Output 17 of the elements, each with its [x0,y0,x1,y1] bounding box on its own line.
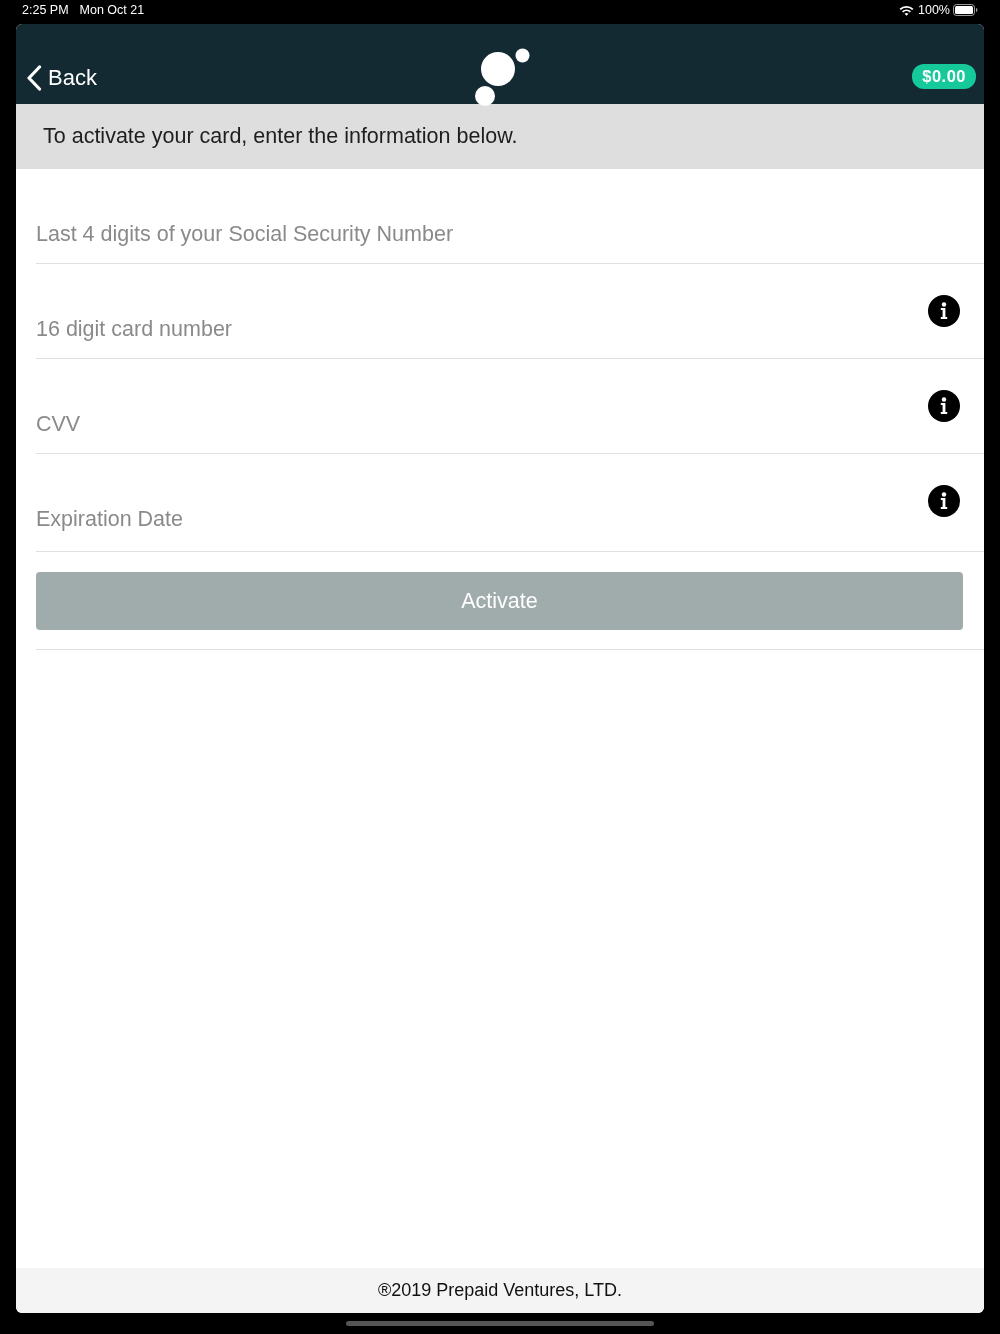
status-date: Mon Oct 21 [79,3,145,17]
battery-icon [953,4,978,16]
balance-badge: $0.00 [912,64,976,89]
battery-percent: 100% [918,3,950,17]
input-field[interactable]: Last 4 digits of your Social Security Number [36,214,960,254]
info-icon[interactable] [928,485,960,517]
back-button[interactable]: Back [26,65,97,91]
input-field[interactable]: CVV [36,404,920,444]
instructions-banner: To activate your card, enter the information below. [16,104,984,169]
input-field[interactable]: 16 digit card number [36,309,920,349]
input-field[interactable]: Expiration Date [36,499,920,539]
info-icon[interactable] [928,390,960,422]
status-time: 2:25 PM [22,3,69,17]
info-icon[interactable] [928,295,960,327]
chevron-icon [26,65,42,91]
wifi-icon [899,4,914,16]
copyright-footer: ®2019 Prepaid Ventures, LTD. [16,1268,984,1313]
